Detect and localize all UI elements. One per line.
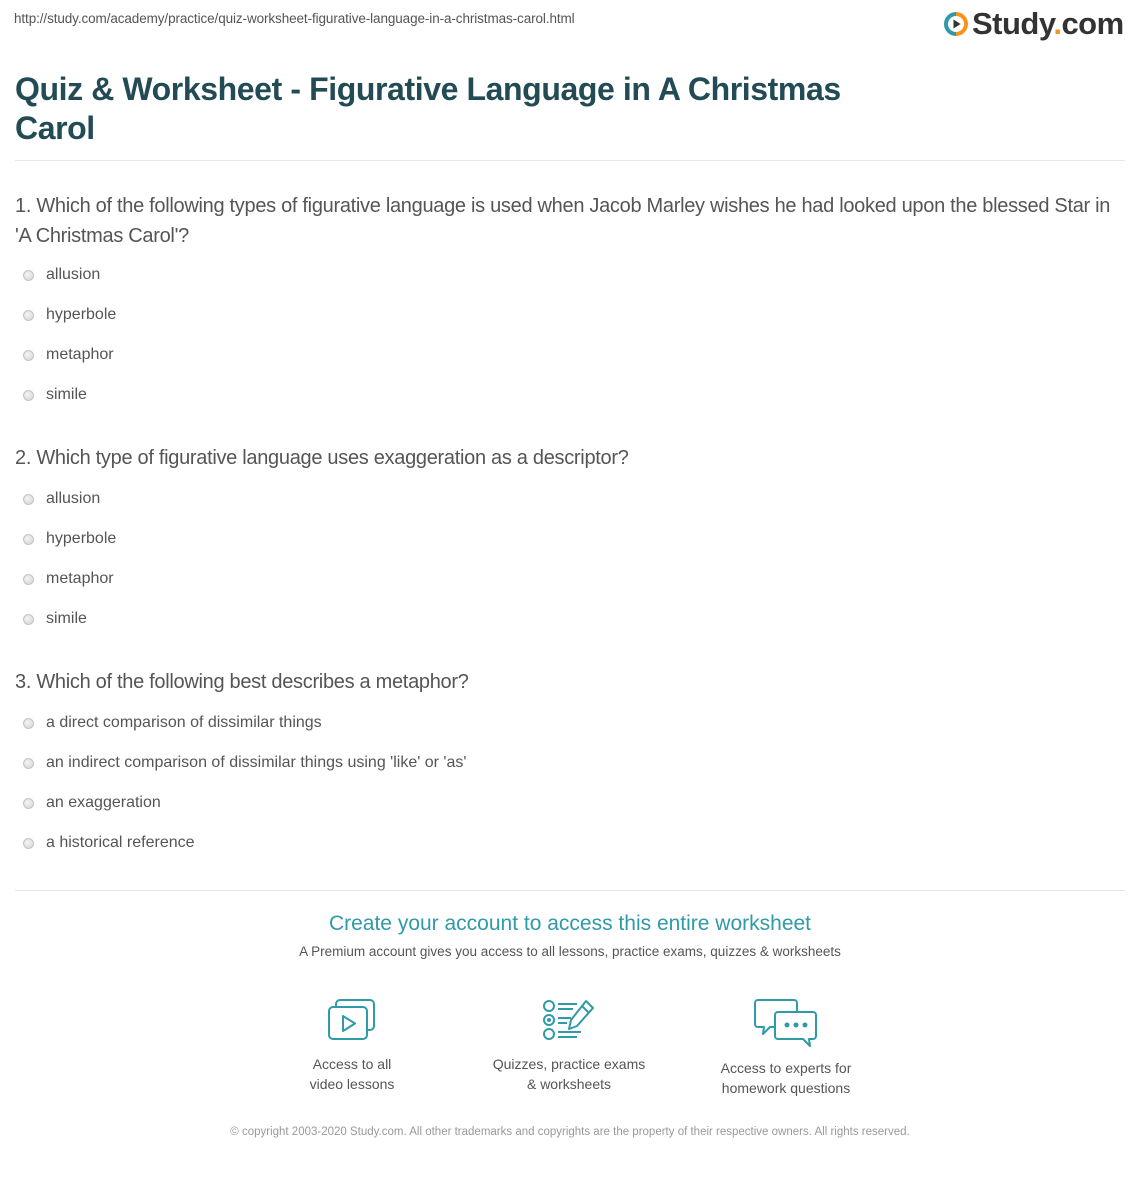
question-3: 3. Which of the following best describes… xyxy=(15,671,469,693)
study-logo[interactable]: Study.com xyxy=(944,8,1124,40)
radio-button[interactable] xyxy=(23,797,34,809)
radio-button[interactable] xyxy=(23,717,34,729)
divider xyxy=(15,890,1125,891)
divider xyxy=(15,160,1125,161)
feature-quizzes: Quizzes, practice exams & worksheets xyxy=(469,998,669,1094)
play-circle-icon xyxy=(944,12,968,36)
option[interactable]: a historical reference xyxy=(23,831,195,855)
option[interactable]: hyperbole xyxy=(23,303,116,327)
feature-label: Access to all video lessons xyxy=(309,1056,395,1092)
radio-button[interactable] xyxy=(23,389,34,401)
radio-button[interactable] xyxy=(23,349,34,361)
radio-button[interactable] xyxy=(23,269,34,281)
radio-button[interactable] xyxy=(23,613,34,625)
page-url: http://study.com/academy/practice/quiz-w… xyxy=(14,11,575,26)
option[interactable]: hyperbole xyxy=(23,527,116,551)
video-lessons-icon xyxy=(328,999,375,1040)
feature-video-lessons: Access to all video lessons xyxy=(252,998,452,1094)
option[interactable]: simile xyxy=(23,607,87,631)
option[interactable]: allusion xyxy=(23,487,100,511)
create-account-link[interactable]: Create your account to access this entir… xyxy=(0,912,1140,936)
question-1: 1. Which of the following types of figur… xyxy=(15,195,1111,247)
radio-button[interactable] xyxy=(23,493,34,505)
radio-button[interactable] xyxy=(23,837,34,849)
logo-text: Study.com xyxy=(972,6,1124,41)
question-2: 2. Which type of figurative language use… xyxy=(15,447,629,469)
feature-experts: Access to experts for homework questions xyxy=(686,998,886,1098)
copyright-notice: © copyright 2003-2020 Study.com. All oth… xyxy=(230,1126,910,1138)
option[interactable]: allusion xyxy=(23,263,100,287)
option[interactable]: metaphor xyxy=(23,343,114,367)
option[interactable]: simile xyxy=(23,383,87,407)
promo-subtitle: A Premium account gives you access to al… xyxy=(299,944,841,959)
radio-button[interactable] xyxy=(23,533,34,545)
feature-label: Quizzes, practice exams & worksheets xyxy=(492,1056,646,1092)
radio-button[interactable] xyxy=(23,757,34,769)
option[interactable]: a direct comparison of dissimilar things xyxy=(23,711,322,735)
radio-button[interactable] xyxy=(23,309,34,321)
page-title: Quiz & Worksheet - Figurative Language i… xyxy=(15,71,841,146)
option[interactable]: an exaggeration xyxy=(23,791,161,815)
option[interactable]: an indirect comparison of dissimilar thi… xyxy=(23,751,466,775)
feature-label: Access to experts for homework questions xyxy=(720,1060,852,1096)
radio-button[interactable] xyxy=(23,573,34,585)
quiz-checklist-icon xyxy=(543,1000,594,1040)
chat-bubbles-icon xyxy=(754,999,817,1047)
option[interactable]: metaphor xyxy=(23,567,114,591)
